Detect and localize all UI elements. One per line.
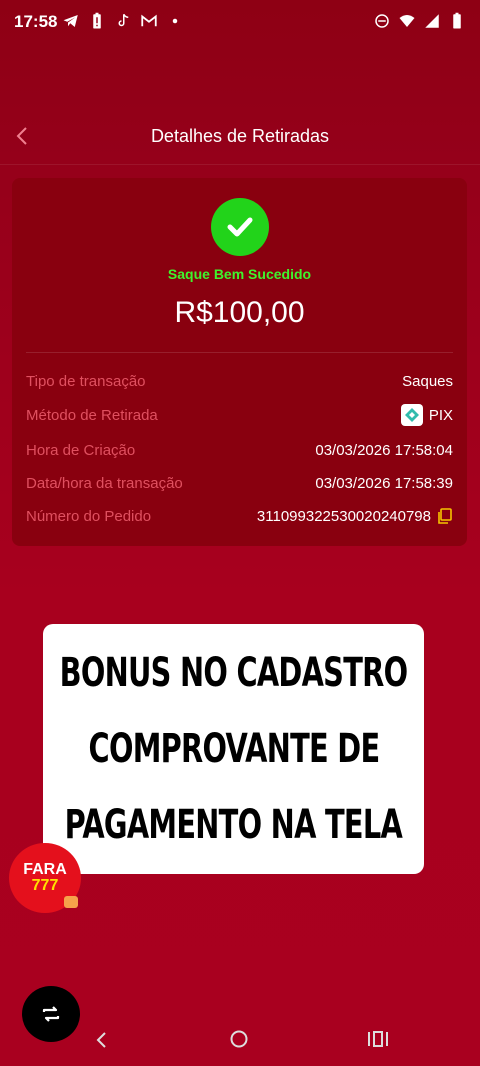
- logo-number: 777: [31, 877, 59, 894]
- battery-icon: [453, 12, 461, 29]
- do-not-disturb-icon: [375, 14, 389, 28]
- row-value: 03/03/2026 17:58:04: [315, 442, 453, 459]
- row-creation-time: Hora de Criação 03/03/2026 17:58:04: [26, 439, 453, 461]
- row-label: Data/hora da transação: [26, 474, 183, 492]
- row-withdrawal-method: Método de Retirada PIX: [26, 404, 453, 426]
- order-number-value: 311099322530020240798: [256, 507, 431, 525]
- row-value: 311099322530020240798: [257, 508, 453, 525]
- gift-icon: [64, 896, 78, 908]
- dot-icon: [172, 18, 178, 24]
- row-label: Hora de Criação: [26, 441, 136, 459]
- row-value: 03/03/2026 17:58:39: [315, 475, 453, 492]
- pix-logo-icon: [400, 404, 423, 426]
- telegram-icon: [63, 15, 78, 27]
- row-value: Saques: [402, 373, 453, 390]
- status-text: Saque Bem Sucedido: [167, 266, 312, 282]
- row-value: PIX: [400, 404, 453, 426]
- status-time: 17:58: [14, 12, 58, 31]
- row-transaction-type: Tipo de transação Saques: [26, 370, 453, 392]
- row-label: Método de Retirada: [26, 406, 158, 424]
- wifi-icon: [399, 15, 415, 27]
- status-bar: 17:58: [0, 0, 480, 46]
- row-transaction-datetime: Data/hora da transação 03/03/2026 17:58:…: [26, 472, 453, 494]
- creation-time-value: 03/03/2026 17:58:04: [315, 441, 453, 459]
- withdrawal-method-value: PIX: [428, 406, 453, 424]
- promo-banner: BONUS NO CADASTRO COMPROVANTE DE PAGAMEN…: [43, 624, 424, 874]
- promo-line: BONUS NO CADASTRO: [59, 650, 408, 696]
- page-title: Detalhes de Retiradas: [150, 126, 330, 146]
- row-label: Número do Pedido: [26, 507, 152, 525]
- row-order-number: Número do Pedido 311099322530020240798: [26, 505, 453, 527]
- transaction-datetime-value: 03/03/2026 17:58:39: [315, 474, 453, 492]
- transaction-type-value: Saques: [402, 372, 453, 390]
- app-header: Detalhes de Retiradas: [0, 108, 480, 165]
- battery-alert-icon: [93, 12, 101, 29]
- success-badge: [211, 198, 269, 256]
- nav-recents-icon[interactable]: [366, 1029, 390, 1049]
- copy-icon[interactable]: [437, 508, 453, 524]
- row-label: Tipo de transação: [26, 372, 146, 390]
- nav-home-icon[interactable]: [229, 1029, 249, 1049]
- signal-icon: [425, 14, 439, 28]
- system-nav-bar: [0, 1012, 480, 1066]
- logo-text: FARA: [23, 861, 67, 878]
- gmail-icon: [141, 14, 157, 27]
- promo-line: PAGAMENTO NA TELA: [64, 802, 403, 848]
- divider: [26, 352, 453, 353]
- withdrawal-details-card: Saque Bem Sucedido R$100,00 Tipo de tran…: [12, 178, 467, 546]
- tiktok-icon: [118, 13, 129, 27]
- nav-back-icon[interactable]: [90, 1028, 114, 1052]
- promo-line: COMPROVANTE DE: [88, 726, 380, 772]
- check-icon: [227, 217, 253, 237]
- withdrawal-amount: R$100,00: [174, 296, 305, 329]
